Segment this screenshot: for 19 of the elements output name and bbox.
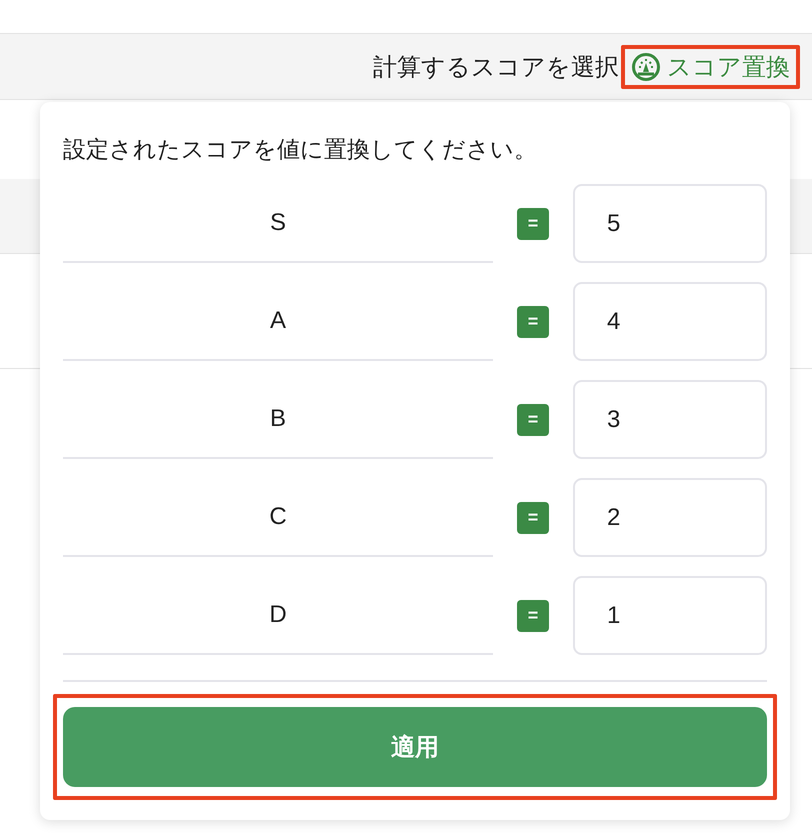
grade-label: D	[63, 576, 493, 655]
equals-badge: =	[517, 502, 549, 534]
equals-badge: =	[517, 306, 549, 338]
equals-badge: =	[517, 600, 549, 632]
grade-label: C	[63, 478, 493, 557]
grade-label: S	[63, 184, 493, 263]
grade-label: B	[63, 380, 493, 459]
value-field[interactable]: 4	[573, 282, 767, 361]
gauge-icon	[631, 52, 661, 82]
value-field[interactable]: 1	[573, 576, 767, 655]
toolbar-label: 計算するスコアを選択	[373, 52, 619, 82]
value-field[interactable]: 5	[573, 184, 767, 263]
score-replace-link[interactable]: スコア置換	[631, 50, 790, 82]
value-field[interactable]: 2	[573, 478, 767, 557]
equals-badge: =	[517, 208, 549, 240]
value-field[interactable]: 3	[573, 380, 767, 459]
equals-badge: =	[517, 404, 549, 436]
instruction-text: 設定されたスコアを値に置換してください。	[63, 135, 538, 164]
grade-label: A	[63, 282, 493, 361]
